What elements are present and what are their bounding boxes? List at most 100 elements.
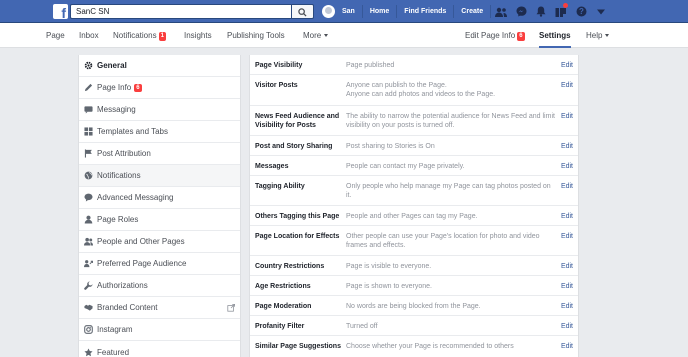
notifications-bell-icon[interactable] — [531, 0, 551, 23]
settings-row-label: Similar Page Suggestions — [255, 343, 341, 350]
sidebar-item-templates-and-tabs[interactable]: Templates and Tabs — [79, 121, 240, 143]
person-icon — [84, 215, 93, 224]
sidebar-item-label: Preferred Page Audience — [97, 259, 187, 268]
sidebar-item-page-roles[interactable]: Page Roles — [79, 209, 240, 231]
settings-row-label: Page Location for Effects — [255, 233, 340, 240]
tab-more[interactable]: More — [303, 23, 329, 48]
settings-row-page-moderation: Page Moderation No words are being block… — [250, 296, 578, 316]
sidebar-item-label: People and Other Pages — [97, 237, 185, 246]
logo-letter: f — [61, 5, 66, 21]
edit-link[interactable]: Edit — [561, 282, 573, 291]
edit-page-info-button[interactable]: Edit Page Info 6 — [465, 23, 525, 48]
sidebar-item-label: Instagram — [97, 325, 133, 334]
alert-dot-icon — [563, 3, 569, 8]
edit-link[interactable]: Edit — [561, 61, 573, 70]
sidebar-item-label: General — [97, 61, 127, 70]
sidebar-item-notifications[interactable]: Notifications — [79, 165, 240, 187]
tab-help[interactable]: Help — [586, 23, 610, 48]
instagram-icon — [84, 325, 93, 334]
svg-text:?: ? — [579, 7, 584, 16]
sidebar-item-label: Notifications — [97, 171, 141, 180]
settings-row-post-and-story-sharing: Post and Story Sharing Post sharing to S… — [250, 136, 578, 156]
settings-row-label: News Feed Audience and Visibility for Po… — [255, 113, 340, 129]
sidebar-item-authorizations[interactable]: Authorizations — [79, 275, 240, 297]
settings-row-page-visibility: Page Visibility Page published Edit — [250, 55, 578, 75]
pages-icon[interactable] — [551, 0, 571, 23]
settings-row-value: People can contact my Page privately. — [346, 163, 465, 170]
edit-link[interactable]: Edit — [561, 81, 573, 90]
sidebar-item-advanced-messaging[interactable]: Advanced Messaging — [79, 187, 240, 209]
sidebar-item-messaging[interactable]: Messaging — [79, 99, 240, 121]
tab-settings[interactable]: Settings — [539, 23, 571, 48]
settings-sidebar: General Page Info 6 Messaging Templates … — [78, 55, 241, 357]
facebook-logo-icon[interactable]: f — [53, 4, 68, 21]
edit-link[interactable]: Edit — [561, 182, 573, 191]
help-question-icon[interactable]: ? — [571, 0, 591, 23]
sidebar-item-page-info[interactable]: Page Info 6 — [79, 77, 240, 99]
avatar[interactable] — [322, 5, 335, 18]
settings-row-value: Page is shown to everyone. — [346, 283, 432, 290]
account-menu-caret-icon[interactable] — [591, 0, 611, 23]
profile-link[interactable]: San — [335, 0, 362, 23]
settings-row-value: Anyone can publish to the Page. Anyone c… — [346, 82, 496, 98]
edit-link[interactable]: Edit — [561, 162, 573, 171]
sidebar-item-label: Templates and Tabs — [97, 127, 169, 136]
settings-row-label: Page Visibility — [255, 62, 303, 69]
tab-insights[interactable]: Insights — [184, 23, 212, 48]
tab-notifications-label: Notifications — [113, 31, 157, 40]
friend-requests-icon[interactable] — [491, 0, 511, 23]
search-input[interactable]: SanC SN — [70, 4, 292, 19]
sidebar-item-branded-content[interactable]: Branded Content — [79, 297, 240, 319]
settings-row-value: Only people who help manage my Page can … — [346, 183, 551, 199]
tab-page[interactable]: Page — [46, 23, 65, 48]
settings-row-country-restrictions: Country Restrictions Page is visible to … — [250, 256, 578, 276]
sidebar-item-instagram[interactable]: Instagram — [79, 319, 240, 341]
settings-row-similar-page-suggestions: Similar Page Suggestions Choose whether … — [250, 336, 578, 357]
settings-row-label: Messages — [255, 163, 289, 170]
edit-page-info-label: Edit Page Info — [465, 31, 516, 40]
settings-row-label: Tagging Ability — [255, 183, 305, 190]
sidebar-item-label: Messaging — [97, 105, 136, 114]
search-icon — [298, 8, 307, 17]
tab-notifications[interactable]: Notifications 1 — [113, 23, 166, 48]
tab-publishing-tools[interactable]: Publishing Tools — [227, 23, 285, 48]
settings-row-label: Others Tagging this Page — [255, 213, 340, 220]
people-icon — [84, 237, 93, 246]
flag-icon — [84, 149, 93, 158]
edit-link[interactable]: Edit — [561, 142, 573, 151]
edit-link[interactable]: Edit — [561, 262, 573, 271]
sidebar-item-people-and-other-pages[interactable]: People and Other Pages — [79, 231, 240, 253]
external-link-icon — [227, 304, 235, 314]
messenger-icon[interactable] — [511, 0, 531, 23]
settings-row-value: No words are being blocked from the Page… — [346, 303, 481, 310]
settings-row-profanity-filter: Profanity Filter Turned off Edit — [250, 316, 578, 336]
edit-link[interactable]: Edit — [561, 212, 573, 221]
create-link[interactable]: Create — [454, 0, 490, 23]
chevron-down-icon — [605, 34, 610, 37]
find-friends-link[interactable]: Find Friends — [397, 0, 453, 23]
settings-row-visitor-posts: Visitor Posts Anyone can publish to the … — [250, 75, 578, 106]
settings-row-value: Turned off — [346, 323, 378, 330]
sidebar-item-general[interactable]: General — [79, 55, 240, 77]
settings-row-age-restrictions: Age Restrictions Page is shown to everyo… — [250, 276, 578, 296]
top-navigation-bar: f SanC SN San Home Find Friends Create ? — [0, 0, 688, 23]
edit-link[interactable]: Edit — [561, 232, 573, 241]
home-link[interactable]: Home — [363, 0, 396, 23]
general-settings-table: Page Visibility Page published Edit Visi… — [249, 55, 579, 357]
edit-link[interactable]: Edit — [561, 302, 573, 311]
sidebar-item-post-attribution[interactable]: Post Attribution — [79, 143, 240, 165]
sidebar-item-featured[interactable]: Featured — [79, 341, 240, 357]
settings-row-messages: Messages People can contact my Page priv… — [250, 156, 578, 176]
sidebar-item-label: Post Attribution — [97, 149, 151, 158]
sidebar-item-label: Featured — [97, 347, 130, 357]
settings-row-label: Country Restrictions — [255, 263, 325, 270]
edit-link[interactable]: Edit — [561, 342, 573, 351]
edit-link[interactable]: Edit — [561, 322, 573, 331]
settings-row-label: Age Restrictions — [255, 283, 311, 290]
edit-link[interactable]: Edit — [561, 112, 573, 121]
search-button[interactable] — [292, 4, 314, 19]
tab-inbox[interactable]: Inbox — [79, 23, 99, 48]
tab-help-label: Help — [586, 31, 603, 40]
sidebar-item-preferred-page-audience[interactable]: Preferred Page Audience — [79, 253, 240, 275]
settings-row-tagging-ability: Tagging Ability Only people who help man… — [250, 176, 578, 206]
